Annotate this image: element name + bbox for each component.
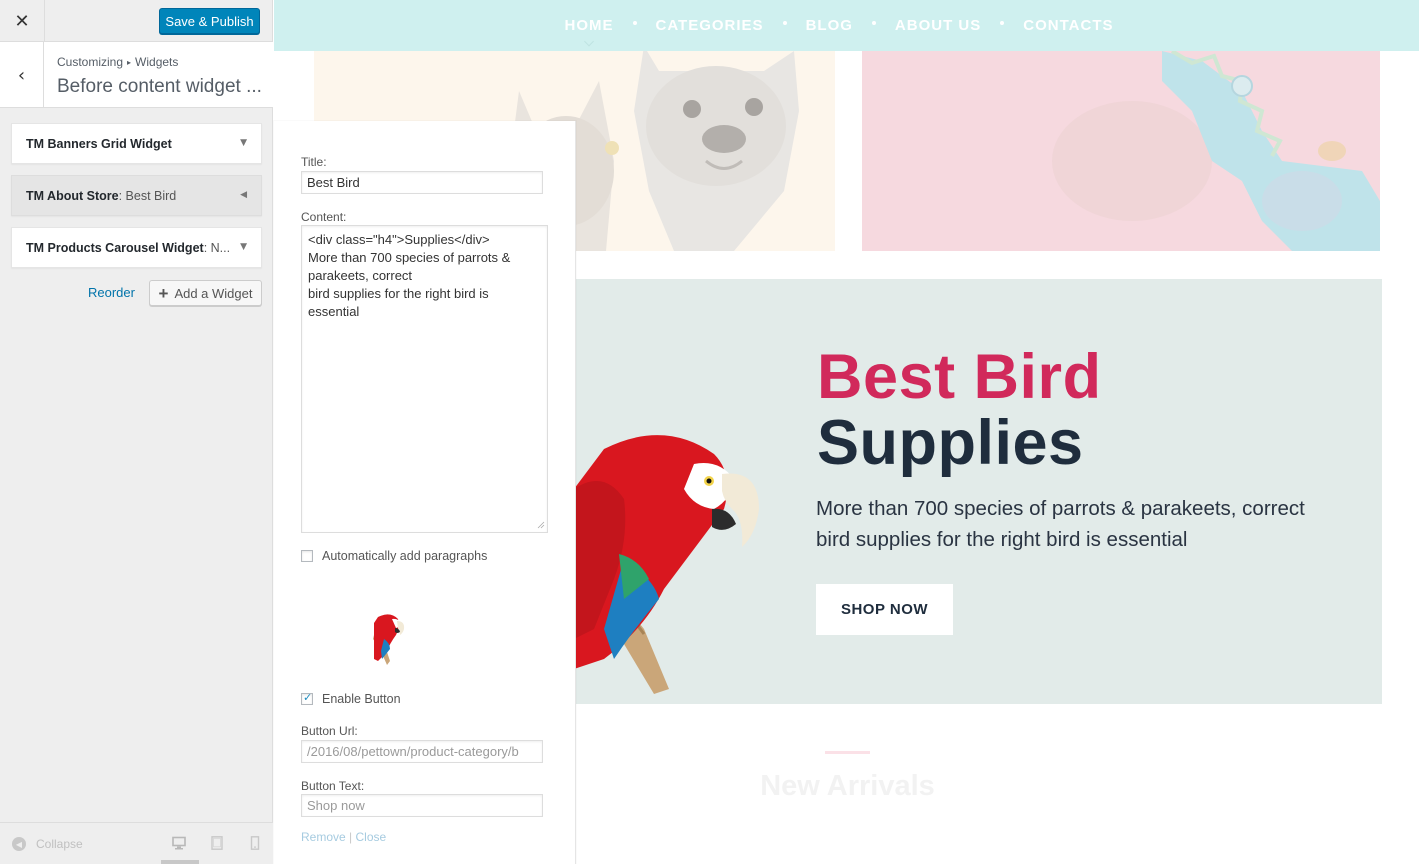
nav-item-categories[interactable]: CATEGORIES bbox=[656, 17, 764, 34]
widget-name: TM Banners Grid Widget bbox=[26, 136, 172, 151]
actions-separator: | bbox=[349, 830, 353, 844]
breadcrumb-root: Customizing bbox=[57, 55, 124, 69]
widget-control-actions: Remove | Close bbox=[301, 830, 386, 844]
promo-title-line-2: Supplies bbox=[817, 408, 1084, 478]
breadcrumb-child: Widgets bbox=[135, 55, 179, 69]
breadcrumb-separator-icon: ▸ bbox=[127, 58, 132, 67]
close-icon: ✕ bbox=[14, 10, 30, 32]
button-url-label: Button Url: bbox=[301, 724, 358, 738]
active-device-indicator bbox=[161, 860, 199, 864]
content-label: Content: bbox=[301, 210, 347, 224]
enable-button-checkbox[interactable] bbox=[301, 691, 313, 705]
widget-item-products-carousel[interactable]: TM Products Carousel Widget: N... ▼ bbox=[11, 227, 262, 268]
nav-item-home[interactable]: HOME bbox=[565, 17, 614, 34]
lizard-image bbox=[1052, 51, 1380, 251]
shop-now-button[interactable]: SHOP NOW bbox=[816, 584, 953, 635]
back-button[interactable]: ‹ bbox=[0, 42, 44, 108]
breadcrumb: Customizing ▸ Widgets bbox=[57, 55, 178, 69]
widget-subtitle: : N... bbox=[203, 240, 231, 255]
section-title: Before content widget ... bbox=[57, 76, 262, 97]
widget-subtitle: : Best Bird bbox=[118, 188, 177, 203]
enable-button-label: Enable Button bbox=[322, 692, 401, 706]
nav-separator bbox=[782, 20, 787, 25]
title-label: Title: bbox=[301, 155, 327, 169]
tablet-preview-icon[interactable] bbox=[210, 836, 224, 850]
new-arrivals-heading: New Arrivals bbox=[760, 770, 935, 802]
close-customizer-button[interactable]: ✕ bbox=[0, 0, 45, 42]
remove-link[interactable]: Remove bbox=[301, 830, 346, 844]
collapse-button[interactable]: ◀ Collapse bbox=[12, 837, 83, 851]
collapse-label: Collapse bbox=[36, 837, 83, 851]
customizer-header: ✕ Save & Publish bbox=[0, 0, 272, 42]
nav-item-about-us[interactable]: ABOUT US bbox=[895, 17, 981, 34]
section-header: ‹ Customizing ▸ Widgets Before content wid… bbox=[0, 42, 273, 108]
reorder-link[interactable]: Reorder bbox=[88, 285, 135, 300]
close-link[interactable]: Close bbox=[356, 830, 387, 844]
auto-paragraphs-checkbox[interactable] bbox=[301, 550, 313, 562]
customizer-footer: ◀ Collapse bbox=[0, 822, 273, 864]
add-widget-label: Add a Widget bbox=[174, 285, 253, 301]
button-text-label: Button Text: bbox=[301, 779, 365, 793]
content-textarea[interactable]: <div class="h4">Supplies</div> More than… bbox=[301, 225, 548, 533]
banner-lizard[interactable] bbox=[862, 51, 1380, 251]
caret-down-icon[interactable]: ▼ bbox=[240, 138, 247, 148]
widget-item-banners-grid[interactable]: TM Banners Grid Widget ▼ bbox=[11, 123, 262, 164]
customizer-sidebar: ✕ Save & Publish ‹ Customizing ▸ Widgets B… bbox=[0, 0, 273, 864]
widget-name: TM Products Carousel Widget bbox=[26, 240, 204, 255]
promo-description: More than 700 species of parrots & parak… bbox=[816, 497, 1305, 551]
button-text-input[interactable]: Shop now bbox=[301, 794, 543, 817]
section-accent-bar bbox=[825, 751, 870, 754]
widget-item-about-store[interactable]: TM About Store: Best Bird ◀ bbox=[11, 175, 262, 216]
desktop-preview-icon[interactable] bbox=[172, 836, 186, 850]
parrot-image bbox=[569, 435, 759, 694]
widget-name: TM About Store bbox=[26, 188, 119, 203]
nav-separator bbox=[871, 20, 876, 25]
caret-down-icon[interactable]: ▼ bbox=[240, 242, 247, 252]
nav-item-blog[interactable]: BLOG bbox=[806, 17, 853, 34]
auto-paragraphs-row: Automatically add paragraphs bbox=[301, 549, 487, 563]
caret-left-icon[interactable]: ◀ bbox=[240, 190, 247, 200]
add-widget-button[interactable]: + Add a Widget bbox=[149, 280, 262, 306]
site-navigation: HOME CATEGORIES BLOG ABOUT US CONTACTS bbox=[274, 0, 1419, 51]
save-publish-button[interactable]: Save & Publish bbox=[159, 8, 260, 34]
plus-icon: + bbox=[158, 283, 169, 303]
enable-button-row: Enable Button bbox=[301, 691, 401, 706]
nav-item-contacts[interactable]: CONTACTS bbox=[1023, 17, 1113, 34]
mobile-preview-icon[interactable] bbox=[248, 836, 262, 850]
collapse-arrow-icon: ◀ bbox=[12, 837, 26, 851]
nav-separator bbox=[1000, 20, 1005, 25]
button-url-input[interactable]: /2016/08/pettown/product-category/b bbox=[301, 740, 543, 763]
nav-separator bbox=[632, 20, 637, 25]
auto-paragraphs-label: Automatically add paragraphs bbox=[322, 549, 488, 563]
promo-title-line-1: Best Bird bbox=[817, 342, 1102, 412]
resize-handle-icon[interactable] bbox=[537, 521, 545, 529]
chevron-left-icon: ‹ bbox=[17, 64, 26, 86]
title-input[interactable]: Best Bird bbox=[301, 171, 543, 194]
parrot-thumbnail bbox=[373, 614, 405, 665]
widget-edit-panel: Title: Best Bird Content: <div class="h4… bbox=[274, 121, 576, 864]
